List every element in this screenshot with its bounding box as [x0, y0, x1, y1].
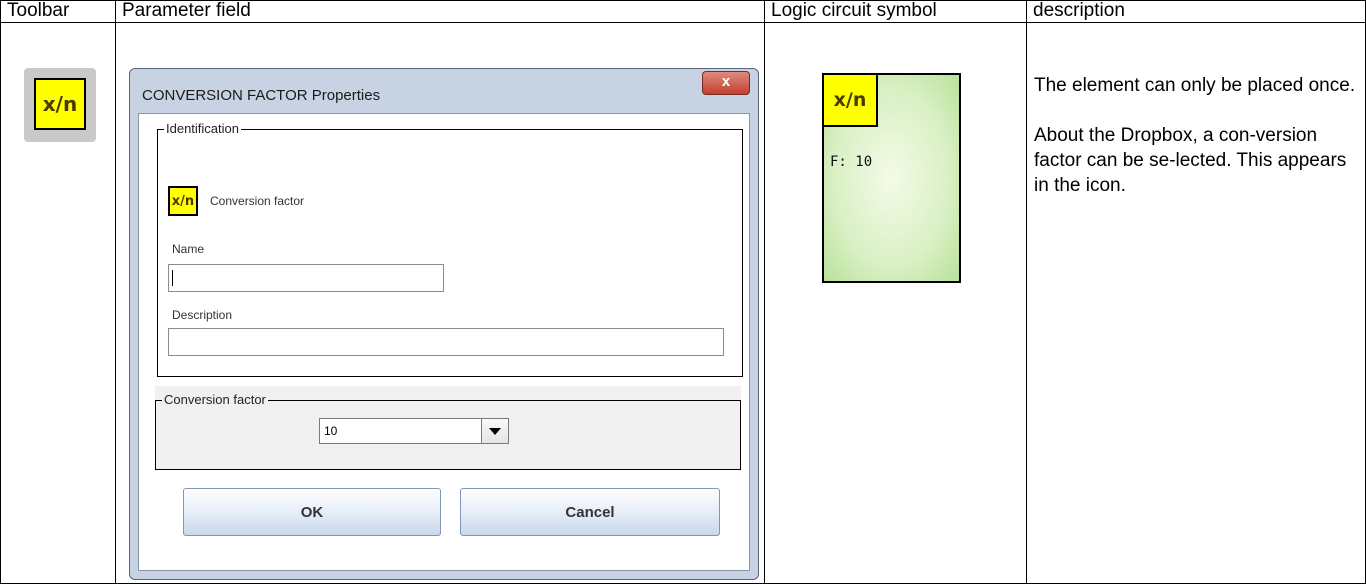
cancel-button[interactable]: Cancel	[460, 488, 720, 536]
description-label: Description	[172, 308, 233, 322]
conversion-factor-icon: x/n	[34, 78, 86, 130]
factor-value: F: 10	[830, 154, 873, 170]
toolbar-button-conversion-factor[interactable]: x/n	[24, 68, 96, 142]
properties-dialog: CONVERSION FACTOR Properties x Identific…	[129, 68, 759, 580]
description-paragraph: About the Dropbox, a con-version factor …	[1034, 125, 1347, 196]
header-parameter-field: Parameter field	[122, 0, 251, 21]
header-logic-symbol: Logic circuit symbol	[771, 0, 937, 21]
header-toolbar: Toolbar	[7, 0, 70, 21]
description-input[interactable]	[168, 328, 724, 356]
name-input[interactable]	[168, 264, 444, 292]
description-text: The element can only be placed once. Abo…	[1034, 73, 1360, 223]
header-description: description	[1033, 0, 1125, 21]
dialog-body: Identification x/n Conversion factor Nam…	[138, 113, 750, 571]
text-caret	[172, 270, 173, 286]
element-type-label: Conversion factor	[210, 194, 305, 208]
conversion-factor-select[interactable]: 10	[319, 418, 509, 444]
chevron-down-icon[interactable]	[481, 419, 508, 443]
identification-legend: Identification	[164, 121, 241, 136]
conversion-factor-legend: Conversion factor	[162, 392, 268, 407]
conversion-factor-icon: x/n	[822, 73, 878, 127]
selected-value: 10	[324, 424, 338, 438]
logic-circuit-symbol: x/n F: 10	[822, 73, 961, 283]
conversion-factor-icon: x/n	[168, 186, 198, 216]
identification-group: Identification x/n Conversion factor Nam…	[157, 121, 743, 377]
ok-button[interactable]: OK	[183, 488, 441, 536]
description-paragraph: The element can only be placed once.	[1034, 75, 1356, 96]
name-label: Name	[172, 242, 205, 256]
close-button[interactable]: x	[702, 71, 750, 95]
dialog-title: CONVERSION FACTOR Properties	[142, 87, 381, 104]
